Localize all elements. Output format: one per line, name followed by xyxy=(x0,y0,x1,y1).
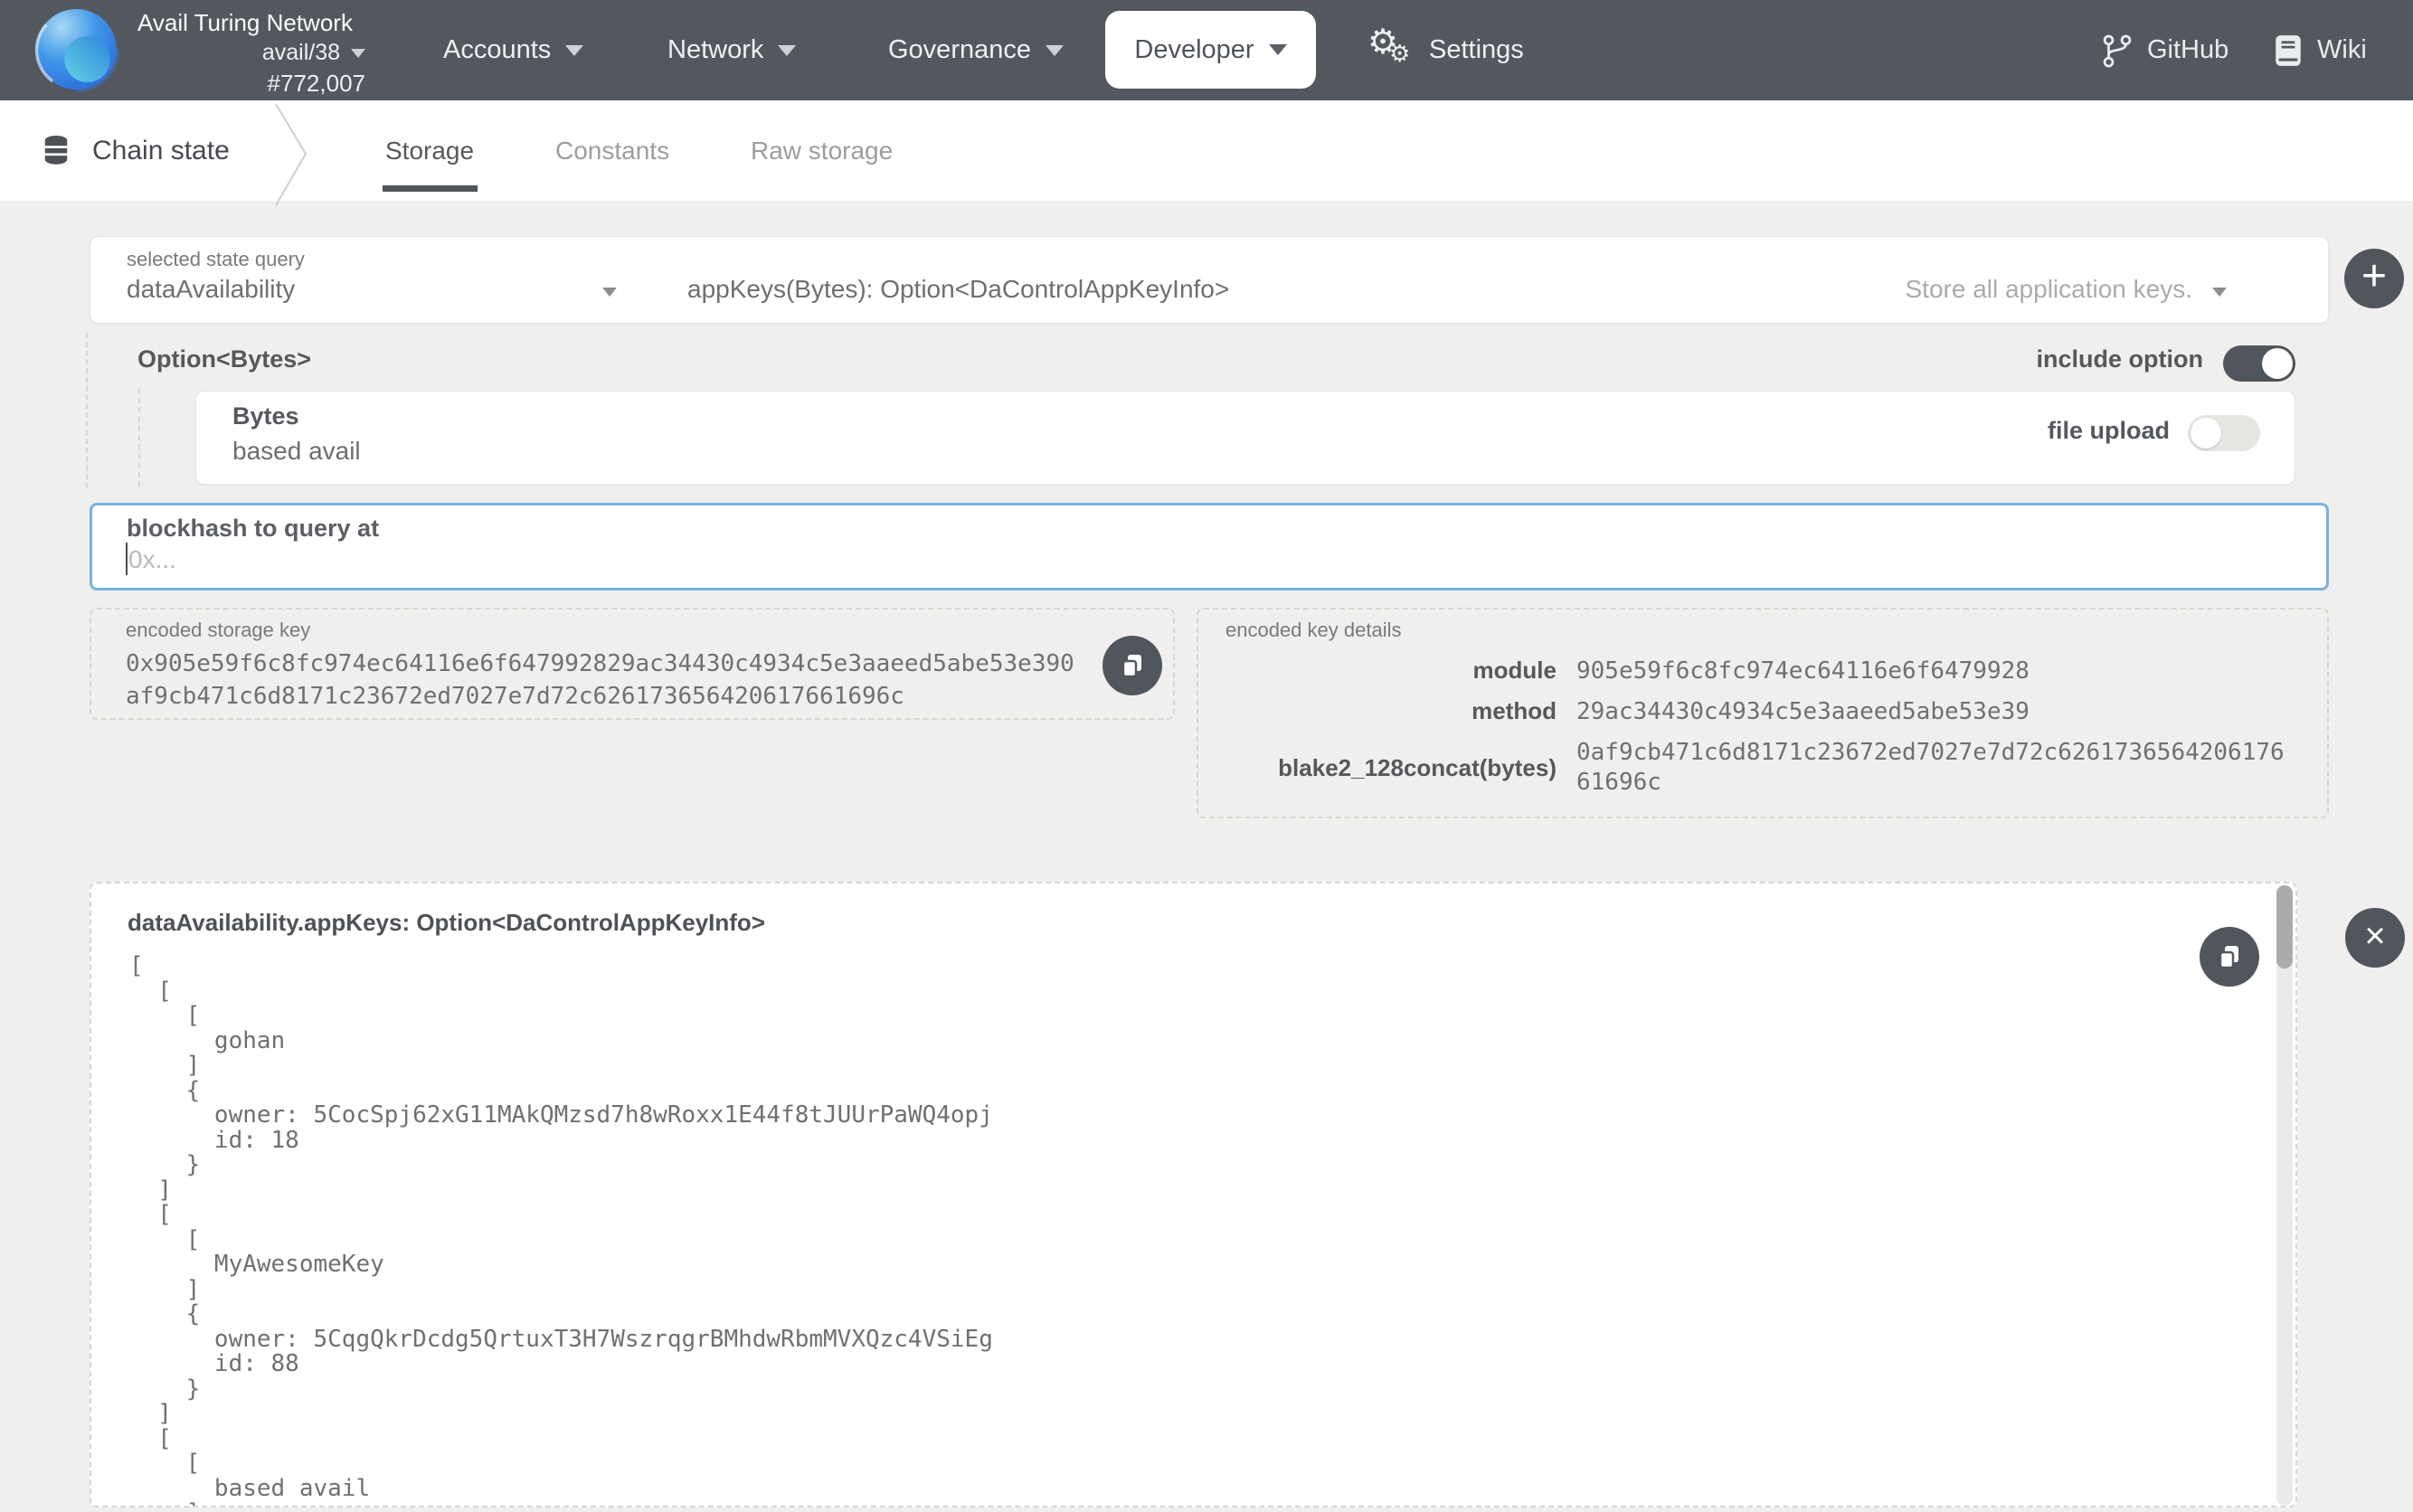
text-cursor xyxy=(126,543,128,575)
copy-storage-key-button[interactable] xyxy=(1102,636,1162,695)
nav-menu-label: Settings xyxy=(1429,35,1524,65)
copy-icon xyxy=(1117,650,1148,681)
result-header: dataAvailability.appKeys: Option<DaContr… xyxy=(128,909,765,937)
tab-constants[interactable]: Constants xyxy=(555,100,669,201)
include-option-toggle[interactable] xyxy=(2223,345,2295,382)
copy-icon xyxy=(2214,941,2245,972)
file-upload-label: file upload xyxy=(2048,417,2170,445)
detail-label: module xyxy=(1225,657,1557,686)
include-option-label: include option xyxy=(1899,345,2203,373)
chevron-down-icon[interactable] xyxy=(602,288,617,297)
tab-label: Raw storage xyxy=(751,137,893,165)
blockhash-input-card[interactable]: blockhash to query at 0x... xyxy=(90,503,2329,591)
git-fork-icon xyxy=(2100,33,2134,68)
nav-menu-label: Developer xyxy=(1134,35,1254,65)
state-query-card: selected state query dataAvailability ap… xyxy=(90,236,2329,324)
plus-icon: + xyxy=(2361,255,2387,298)
method-dropdown[interactable]: appKeys(Bytes): Option<DaControlAppKeyIn… xyxy=(687,275,1229,304)
toggle-knob xyxy=(2262,348,2293,379)
chain-spec-selector[interactable]: avail/38 xyxy=(137,40,365,66)
network-info: Avail Turing Network avail/38 #772,007 xyxy=(137,9,365,98)
breadcrumb-chevron-icon xyxy=(273,102,309,207)
detail-value: 905e59f6c8fc974ec64116e6f6479928 xyxy=(1576,657,2287,686)
chevron-down-icon xyxy=(1269,44,1287,55)
detail-value: 29ac34430c4934c5e3aaeed5abe53e39 xyxy=(1576,697,2287,727)
query-results-card: dataAvailability.appKeys: Option<DaContr… xyxy=(90,882,2297,1507)
key-hint-placeholder[interactable]: Store all application keys. xyxy=(1905,275,2192,304)
chevron-down-icon[interactable] xyxy=(2212,288,2227,297)
detail-label: method xyxy=(1225,697,1557,727)
tab-label: Constants xyxy=(555,137,669,165)
section-chain-state: Chain state xyxy=(38,100,230,201)
section-title: Chain state xyxy=(92,136,230,166)
encoded-storage-key-value: 0x905e59f6c8fc974ec64116e6f647992829ac34… xyxy=(126,647,1079,713)
encoded-storage-key-card: encoded storage key 0x905e59f6c8fc974ec6… xyxy=(90,608,1175,720)
chain-spec: avail/38 xyxy=(262,40,340,66)
results-scrollbar[interactable] xyxy=(2276,885,2293,1506)
network-name: Avail Turing Network xyxy=(137,9,365,37)
book-icon xyxy=(2272,33,2304,68)
block-number: #772,007 xyxy=(137,70,365,98)
tab-raw-storage[interactable]: Raw storage xyxy=(751,100,893,201)
bytes-param-card: Bytes based avail file upload xyxy=(195,391,2295,485)
close-icon: × xyxy=(2364,918,2385,954)
copy-result-button[interactable] xyxy=(2200,927,2259,987)
chevron-down-icon xyxy=(565,45,583,56)
chevron-down-icon xyxy=(1046,45,1064,56)
param-tree-guide xyxy=(86,333,88,488)
add-query-button[interactable]: + xyxy=(2344,249,2404,308)
chevron-down-icon xyxy=(778,45,796,56)
subnav-bar: Chain state Storage Constants Raw storag… xyxy=(0,100,2413,201)
nav-menu-accounts[interactable]: Accounts xyxy=(443,0,583,100)
active-tab-underline xyxy=(383,185,478,192)
encoded-storage-key-label: encoded storage key xyxy=(126,619,310,642)
nav-menu-label: Network xyxy=(667,35,763,65)
scrollbar-thumb[interactable] xyxy=(2276,885,2293,969)
file-upload-toggle[interactable] xyxy=(2188,415,2260,451)
blockhash-placeholder: 0x... xyxy=(128,545,176,574)
github-link[interactable]: GitHub xyxy=(2100,0,2228,100)
encoded-key-details-card: encoded key details module 905e59f6c8fc9… xyxy=(1197,608,2329,818)
tab-label: Storage xyxy=(385,137,474,165)
navlink-label: Wiki xyxy=(2317,35,2367,65)
detail-label: blake2_128concat(bytes) xyxy=(1225,754,1557,782)
param-option-type-label: Option<Bytes> xyxy=(137,345,311,373)
top-navbar: Avail Turing Network avail/38 #772,007 A… xyxy=(0,0,2413,100)
bytes-value-input[interactable]: based avail xyxy=(232,437,361,466)
toggle-knob xyxy=(2191,418,2221,449)
nav-menu-developer-active[interactable]: Developer xyxy=(1105,11,1316,89)
nav-menu-governance[interactable]: Governance xyxy=(888,0,1064,100)
key-detail-row: module 905e59f6c8fc974ec64116e6f6479928 xyxy=(1225,657,2287,686)
settings-gears-icon: ⚙⚙ xyxy=(1367,25,1415,76)
nav-menu-network[interactable]: Network xyxy=(667,0,796,100)
close-result-button[interactable]: × xyxy=(2345,908,2405,968)
blockhash-label: blockhash to query at xyxy=(127,515,379,543)
query-label: selected state query xyxy=(127,248,305,271)
detail-value: 0af9cb471c6d8171c23672ed7027e7d72c626173… xyxy=(1576,738,2287,798)
key-detail-row: blake2_128concat(bytes) 0af9cb471c6d8171… xyxy=(1225,738,2287,798)
nav-menu-label: Governance xyxy=(888,35,1031,65)
key-detail-row: method 29ac34430c4934c5e3aaeed5abe53e39 xyxy=(1225,697,2287,727)
nav-menu-settings[interactable]: ⚙⚙ Settings xyxy=(1367,0,1524,100)
encoded-key-details-label: encoded key details xyxy=(1225,619,1401,642)
result-json: [ [ [ gohan ] { owner: 5CocSpj62xG11MAkQ… xyxy=(129,954,993,1507)
wiki-link[interactable]: Wiki xyxy=(2272,0,2367,100)
navlink-label: GitHub xyxy=(2147,35,2228,65)
avail-logo-icon[interactable] xyxy=(33,6,120,94)
bytes-label: Bytes xyxy=(232,402,299,430)
param-tree-guide xyxy=(138,389,140,487)
nav-menu-label: Accounts xyxy=(443,35,551,65)
pallet-dropdown[interactable]: dataAvailability xyxy=(127,275,295,304)
chevron-down-icon xyxy=(351,49,365,58)
database-icon xyxy=(38,133,74,169)
